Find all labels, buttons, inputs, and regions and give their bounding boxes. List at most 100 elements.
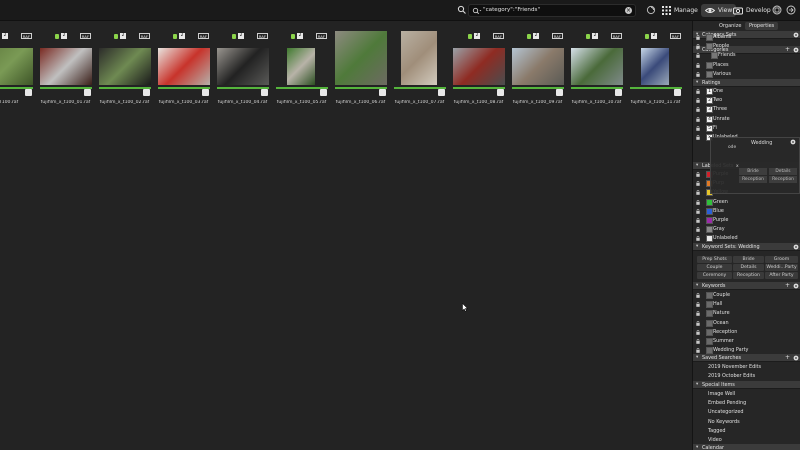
- lock-icon[interactable]: [696, 116, 700, 122]
- lock-icon[interactable]: [696, 293, 700, 298]
- disclosure-triangle-icon[interactable]: ▾: [696, 445, 701, 450]
- search-scope-icon[interactable]: [472, 7, 482, 15]
- checkbox[interactable]: [711, 52, 718, 60]
- checkbox[interactable]: [706, 43, 713, 51]
- category-item[interactable]: Friends: [693, 51, 800, 60]
- thumbnail-item[interactable]: 2 RAF fujifilm_x_t100_02.raf: [96, 31, 153, 110]
- rating-glyph[interactable]: 4: [706, 115, 713, 123]
- thumbnail-item[interactable]: 2 RAF fujifilm_x_t100_03.raf: [155, 31, 212, 110]
- lock-icon[interactable]: [696, 62, 700, 68]
- special-item[interactable]: Image Well: [693, 390, 800, 399]
- thumbnail-item[interactable]: 2 RAF fujifilm_x_t100_08.raf: [450, 31, 507, 110]
- lock-icon[interactable]: [696, 320, 700, 326]
- add-icon[interactable]: +: [785, 354, 790, 361]
- thumbnail-image[interactable]: [335, 31, 387, 85]
- keyword-set-popup[interactable]: Wedding ode x Bride Details Reception Receptio…: [710, 137, 800, 194]
- color-swatch[interactable]: [706, 235, 713, 243]
- thumbnail-image[interactable]: [158, 48, 210, 85]
- rating-item[interactable]: 2 Two: [693, 96, 800, 105]
- color-swatch[interactable]: [706, 207, 713, 215]
- label-item[interactable]: Gray: [693, 225, 800, 234]
- saved-search-item[interactable]: 2019 October Edits: [693, 372, 800, 381]
- popup-keyword-button[interactable]: Details: [769, 168, 797, 175]
- keyword-button[interactable]: Ceremony: [697, 272, 732, 279]
- label-item[interactable]: Green: [693, 198, 800, 207]
- section-keywords[interactable]: ▾ Keywords +: [693, 282, 800, 290]
- thumbnail-item[interactable]: 2 RAF fujifilm_x_t100_05.raf: [273, 31, 330, 110]
- thumbnail-item[interactable]: 2 RAF fujifilm_x_t100_04.raf: [214, 31, 271, 110]
- lock-icon[interactable]: [696, 311, 700, 317]
- checkbox[interactable]: [706, 310, 713, 318]
- lock-icon[interactable]: [696, 236, 700, 242]
- lock-icon[interactable]: [696, 348, 700, 353]
- lock-icon[interactable]: [696, 208, 700, 214]
- keyword-button[interactable]: Groom: [765, 256, 798, 263]
- thumbnail-image[interactable]: [0, 48, 33, 85]
- thumbnail-image[interactable]: [217, 48, 269, 85]
- label-item[interactable]: Purple: [693, 216, 800, 225]
- lock-icon[interactable]: [696, 218, 700, 223]
- lock-icon[interactable]: [696, 190, 700, 196]
- select-checkbox[interactable]: [379, 89, 386, 96]
- category-item[interactable]: Various: [693, 70, 800, 79]
- thumbnail-image[interactable]: [401, 31, 437, 85]
- select-checkbox[interactable]: [261, 89, 268, 96]
- thumbnail-image[interactable]: [641, 48, 669, 85]
- section-special-items[interactable]: ▾ Special Items: [693, 381, 800, 389]
- category-item[interactable]: Places: [693, 61, 800, 70]
- rating-item[interactable]: 1 One: [693, 87, 800, 96]
- checkbox[interactable]: [706, 328, 713, 336]
- checkbox[interactable]: [706, 338, 713, 345]
- rating-glyph[interactable]: 1: [706, 88, 713, 95]
- checkbox[interactable]: [706, 319, 713, 327]
- disclosure-triangle-icon[interactable]: ▾: [696, 80, 701, 85]
- thumbnail-image[interactable]: [99, 48, 151, 85]
- rating-item[interactable]: 3 Three: [693, 105, 800, 114]
- keyword-button[interactable]: Bride: [733, 256, 764, 263]
- section-keyword-sets[interactable]: ▾ Keyword Sets: Wedding: [693, 243, 800, 251]
- keyword-item[interactable]: Ocean: [693, 319, 800, 328]
- select-checkbox[interactable]: [202, 89, 209, 96]
- lock-icon[interactable]: [696, 172, 700, 177]
- lock-icon[interactable]: [696, 107, 700, 113]
- rating-item[interactable]: 4 Unrate: [693, 115, 800, 124]
- fullscreen-icon[interactable]: [772, 5, 782, 15]
- keyword-button[interactable]: Details: [733, 264, 764, 271]
- popup-gear-icon[interactable]: [790, 139, 796, 145]
- section-saved-searches[interactable]: ▾ Saved Searches +: [693, 354, 800, 362]
- add-icon[interactable]: +: [785, 282, 790, 289]
- thumbnail-image[interactable]: [40, 48, 92, 85]
- thumbnail-item[interactable]: 2 RAF fujifilm_x_t100_11.raf: [627, 31, 684, 110]
- popup-keyword-button[interactable]: Reception: [769, 176, 797, 183]
- select-checkbox[interactable]: [320, 89, 327, 96]
- develop-button[interactable]: Develop: [733, 4, 771, 17]
- rating-item[interactable]: 5 Fi: [693, 124, 800, 133]
- disclosure-triangle-icon[interactable]: ▾: [696, 163, 701, 168]
- lock-icon[interactable]: [696, 44, 700, 49]
- disclosure-triangle-icon[interactable]: ▾: [696, 382, 701, 387]
- thumbnail-item[interactable]: fujifilm_x_t100_07.raf: [391, 31, 448, 110]
- lock-icon[interactable]: [696, 227, 700, 232]
- checkbox[interactable]: [706, 292, 713, 299]
- color-swatch[interactable]: [706, 217, 713, 224]
- popup-keyword-button[interactable]: Reception: [739, 176, 767, 183]
- keyword-button[interactable]: Weddi...Party: [765, 264, 798, 271]
- lock-icon[interactable]: [696, 199, 700, 205]
- thumbnail-item[interactable]: 2 RAF fujifilm_x_t100_01.raf: [37, 31, 94, 110]
- search-input[interactable]: "category":"Friends" ×: [468, 4, 636, 17]
- lock-icon[interactable]: [696, 35, 700, 40]
- select-checkbox[interactable]: [615, 89, 622, 96]
- checkbox[interactable]: [706, 34, 713, 41]
- tab-organize[interactable]: Organize: [715, 22, 745, 30]
- lock-icon[interactable]: [696, 98, 700, 103]
- color-swatch[interactable]: [706, 198, 713, 206]
- settings-gear-icon[interactable]: [793, 283, 799, 289]
- disclosure-triangle-icon[interactable]: ▾: [696, 283, 701, 288]
- manage-button[interactable]: Manage: [662, 4, 698, 17]
- keyword-item[interactable]: Hall: [693, 300, 800, 309]
- lock-icon[interactable]: [696, 339, 700, 344]
- thumbnail-image[interactable]: [453, 48, 505, 85]
- checkbox[interactable]: [706, 61, 713, 69]
- special-item[interactable]: Uncategorized: [693, 408, 800, 417]
- thumbnail-image[interactable]: [287, 48, 315, 85]
